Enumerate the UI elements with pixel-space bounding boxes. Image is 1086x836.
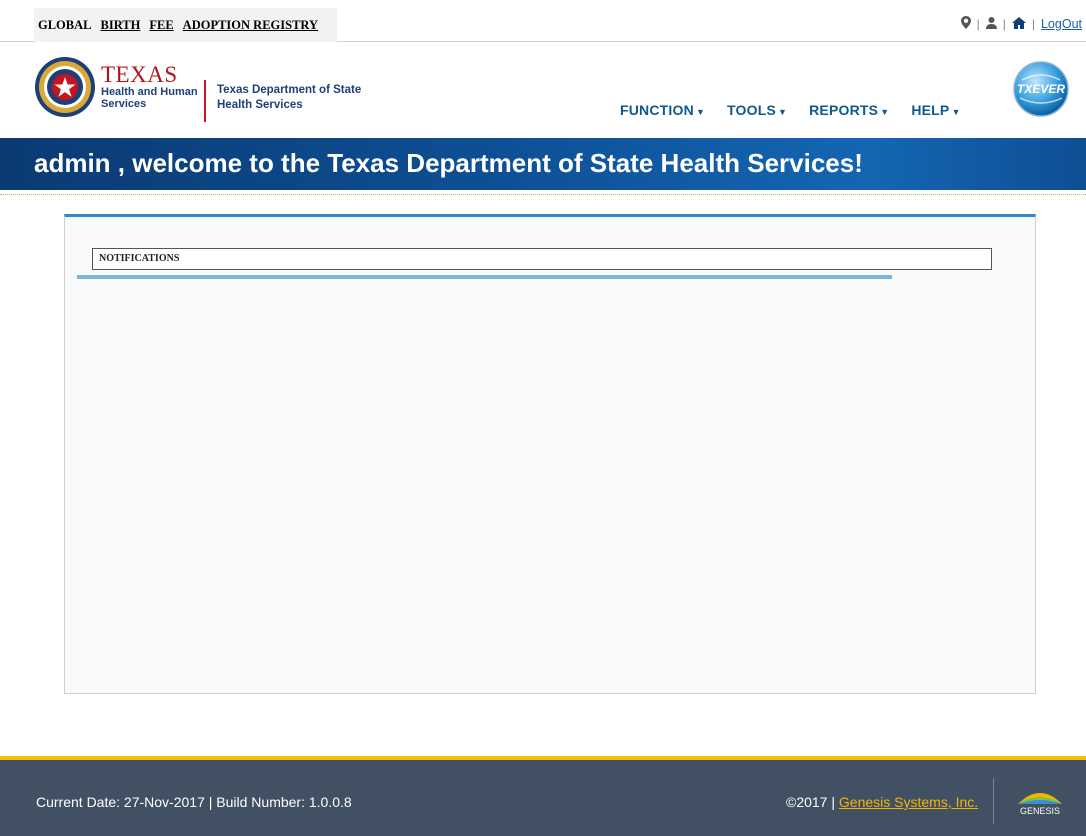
dshs-line-1: Texas Department of State xyxy=(217,84,362,96)
dshs-name: Texas Department of State Health Service… xyxy=(217,83,361,113)
menu-reports-label: REPORTS xyxy=(809,102,879,118)
tab-fee[interactable]: FEE xyxy=(149,18,173,33)
tab-birth[interactable]: BIRTH xyxy=(101,18,141,33)
home-icon[interactable] xyxy=(1011,16,1026,32)
menu-function-label: FUNCTION xyxy=(620,102,694,118)
caret-down-icon: ▼ xyxy=(951,107,961,117)
txever-globe-logo: TXEVER xyxy=(1012,60,1070,118)
separator: | xyxy=(976,17,980,31)
notifications-label: NOTIFICATIONS xyxy=(99,253,180,264)
banner-divider xyxy=(0,194,1086,195)
hhs-logo-text: TEXAS Health and Human Services xyxy=(101,62,198,110)
user-icon[interactable] xyxy=(985,16,997,32)
texas-seal-logo xyxy=(34,56,96,118)
welcome-message: admin , welcome to the Texas Department … xyxy=(34,148,863,178)
menu-help[interactable]: HELP ▼ xyxy=(911,102,960,118)
notifications-underline xyxy=(77,275,892,279)
top-nav-bar: GLOBAL BIRTH FEE ADOPTION REGISTRY | | |… xyxy=(0,0,1086,42)
footer-divider xyxy=(993,778,994,824)
menu-help-label: HELP xyxy=(911,102,950,118)
caret-down-icon: ▼ xyxy=(880,107,890,117)
main-menu: FUNCTION ▼ TOOLS ▼ REPORTS ▼ HELP ▼ xyxy=(620,102,961,118)
genesis-logo: GENESIS xyxy=(1014,784,1066,818)
logout-link[interactable]: LogOut xyxy=(1041,17,1082,31)
hhs-title: TEXAS xyxy=(101,62,178,87)
copyright-text: ©2017 | Genesis Systems, Inc. xyxy=(786,794,978,810)
tab-global[interactable]: GLOBAL xyxy=(38,18,92,33)
menu-tools-label: TOOLS xyxy=(727,102,777,118)
caret-down-icon: ▼ xyxy=(695,107,706,117)
menu-reports[interactable]: REPORTS ▼ xyxy=(809,102,889,118)
date-build-info: Current Date: 27-Nov-2017 | Build Number… xyxy=(36,794,352,810)
copyright-label: ©2017 | xyxy=(786,794,839,810)
dshs-line-2: Health Services xyxy=(217,99,303,111)
page-footer: Current Date: 27-Nov-2017 | Build Number… xyxy=(0,756,1086,836)
logo-divider xyxy=(204,80,206,122)
separator: | xyxy=(1002,17,1006,31)
notifications-header: NOTIFICATIONS xyxy=(92,248,992,270)
hhs-subtitle-2: Services xyxy=(101,98,147,110)
welcome-banner: admin , welcome to the Texas Department … xyxy=(0,138,1086,190)
tab-adoption-registry[interactable]: ADOPTION REGISTRY xyxy=(183,18,318,33)
module-tabs: GLOBAL BIRTH FEE ADOPTION REGISTRY xyxy=(34,8,338,42)
menu-tools[interactable]: TOOLS ▼ xyxy=(727,102,787,118)
utility-links: | | | LogOut xyxy=(960,16,1082,32)
menu-function[interactable]: FUNCTION ▼ xyxy=(620,102,705,118)
hhs-subtitle-1: Health and Human xyxy=(101,86,198,98)
genesis-logo-text: GENESIS xyxy=(1020,806,1060,816)
separator: | xyxy=(1031,17,1035,31)
main-content-panel: NOTIFICATIONS xyxy=(64,214,1036,694)
site-header: TEXAS Health and Human Services Texas De… xyxy=(0,42,1086,134)
genesis-link[interactable]: Genesis Systems, Inc. xyxy=(839,794,978,810)
caret-down-icon: ▼ xyxy=(778,107,788,117)
map-marker-icon[interactable] xyxy=(960,16,971,32)
globe-logo-text: TXEVER xyxy=(1017,82,1065,96)
